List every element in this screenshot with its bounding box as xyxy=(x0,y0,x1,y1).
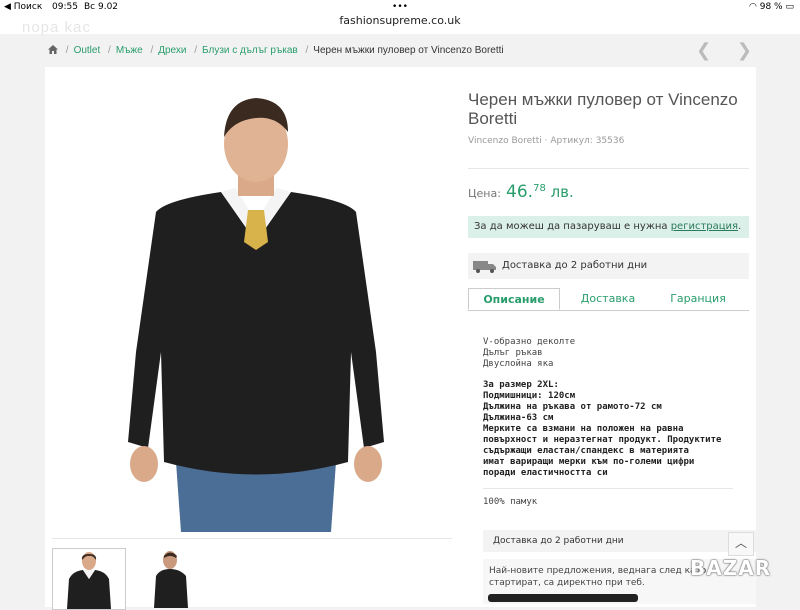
divider xyxy=(483,488,733,489)
address-bar[interactable]: fashionsupreme.co.uk xyxy=(0,14,800,34)
size-line: Дължина-63 см xyxy=(483,413,554,423)
size-line: повърхност и неразтегнат продукт. Продук… xyxy=(483,435,722,445)
registration-notice: За да можеш да пазаруваш е нужна регистр… xyxy=(468,216,749,238)
url-text[interactable]: fashionsupreme.co.uk xyxy=(0,14,800,27)
image-divider xyxy=(52,538,452,539)
price-value: 46. xyxy=(506,182,534,202)
price: Цена: 46.78 лв. xyxy=(468,182,574,202)
truck-icon xyxy=(473,261,496,273)
thumbnail-front[interactable] xyxy=(52,548,126,610)
size-line: съдържащи еластан/спандекс в материята xyxy=(483,446,689,456)
product-main-image[interactable] xyxy=(126,92,386,532)
breadcrumb: / Outlet / Мъже / Дрехи / Блузи с дълъг ръка… xyxy=(48,45,504,56)
prev-product-icon[interactable]: ❮ xyxy=(696,40,711,61)
material-text: 100% памук xyxy=(483,497,538,507)
size-line: поради еластичността си xyxy=(483,468,608,478)
battery-icon: ▭ xyxy=(785,2,794,12)
size-line: имат вариращи мерки към по-големи цифри xyxy=(483,457,695,467)
feature-line: V-образно деколте xyxy=(483,337,576,347)
product-meta: Vincenzo Boretti · Артикул: 35536 xyxy=(468,136,625,146)
breadcrumb-longsleeve[interactable]: Блузи с дълъг ръкав xyxy=(202,45,298,56)
delivery-accordion[interactable]: Доставка до 2 работни дни xyxy=(483,530,756,552)
product-nav: ❮ ❯ xyxy=(676,40,752,61)
next-product-icon[interactable]: ❯ xyxy=(737,40,752,61)
description-panel: V-образно деколте Дълъг ръкав Двуслойна … xyxy=(483,337,743,479)
promo-button[interactable] xyxy=(488,594,638,602)
breadcrumb-current: Черен мъжки пуловер от Vincenzo Boretti xyxy=(313,45,504,56)
tab-description[interactable]: Описание xyxy=(468,288,560,310)
breadcrumb-clothes[interactable]: Дрехи xyxy=(158,45,186,56)
bazar-watermark: BAZAR xyxy=(690,556,772,580)
delivery-info: Доставка до 2 работни дни xyxy=(468,253,749,279)
feature-line: Дълъг ръкав xyxy=(483,348,543,358)
product-brand[interactable]: Vincenzo Boretti xyxy=(468,136,542,146)
product-sku: 35536 xyxy=(595,136,625,146)
size-line: Дължина на ръкава от рамото-72 см xyxy=(483,402,662,412)
size-line: Мерките са взмани на положен на равна xyxy=(483,424,684,434)
feature-line: Двуслойна яка xyxy=(483,359,554,369)
size-title: За размер 2XL: xyxy=(483,380,559,390)
price-label: Цена: xyxy=(468,187,501,200)
wifi-icon: ◠ xyxy=(749,2,757,12)
status-battery: ◠ 98 % ▭ xyxy=(749,2,794,12)
product-tabs: Описание Доставка Гаранция xyxy=(468,288,749,311)
divider xyxy=(468,168,749,169)
tab-delivery[interactable]: Доставка xyxy=(568,288,648,310)
site-logo-faded: nopa kac xyxy=(22,19,91,36)
status-bar: ◀ Поиск 09:55 Вс 9.02 ••• ◠ 98 % ▭ xyxy=(0,0,800,14)
more-dots[interactable]: ••• xyxy=(0,2,800,12)
size-line: Подмишници: 120см xyxy=(483,391,576,401)
product-title: Черен мъжки пуловер от Vincenzo Boretti xyxy=(468,90,738,128)
registration-link[interactable]: регистрация xyxy=(671,221,738,232)
scroll-up-icon[interactable]: ︿ xyxy=(728,532,754,556)
breadcrumb-outlet[interactable]: Outlet xyxy=(74,45,101,56)
tab-warranty[interactable]: Гаранция xyxy=(658,288,738,310)
home-icon[interactable] xyxy=(48,45,58,54)
thumbnail-side[interactable] xyxy=(136,548,208,608)
breadcrumb-men[interactable]: Мъже xyxy=(116,45,143,56)
